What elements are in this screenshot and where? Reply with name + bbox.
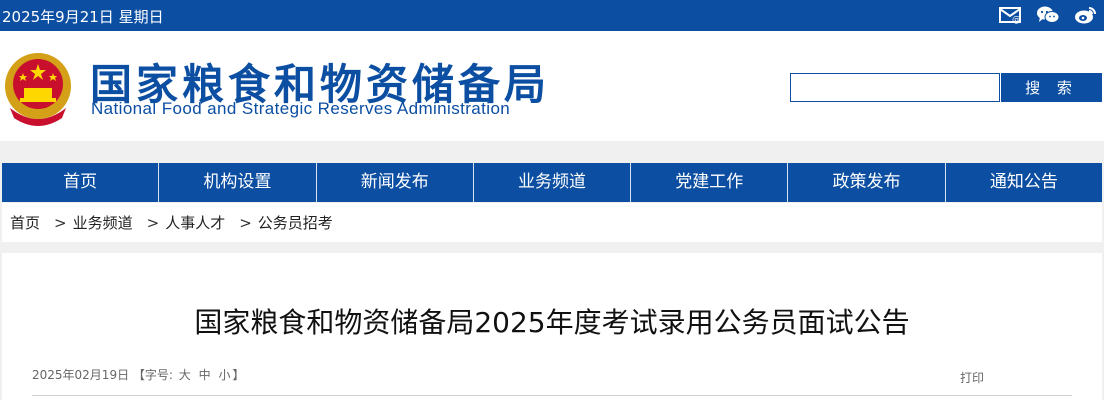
nav-item-organization[interactable]: 机构设置 [159,163,317,202]
current-date: 2025年9月21日 星期日 [2,8,164,26]
main-nav: 首页 机构设置 新闻发布 业务频道 党建工作 政策发布 通知公告 [2,163,1102,202]
breadcrumb-hr[interactable]: 人事人才 [165,212,225,233]
nav-item-party[interactable]: 党建工作 [631,163,789,202]
national-emblem[interactable] [2,48,74,128]
breadcrumb-civil-exam[interactable]: 公务员招考 [258,212,333,233]
svg-text:@: @ [1012,15,1021,24]
article-date: 2025年02月19日 [32,368,130,382]
breadcrumb-separator: > [54,213,67,232]
article-title: 国家粮食和物资储备局2025年度考试录用公务员面试公告 [194,306,910,339]
font-size-close: 】 [232,368,245,382]
search-button[interactable]: 搜 索 [1001,73,1102,102]
search-input[interactable] [790,73,1000,102]
site-header: 国家粮食和物资储备局 National Food and Strategic R… [0,31,1104,141]
site-subtitle: National Food and Strategic Reserves Adm… [91,99,511,118]
article-container: 国家粮食和物资储备局2025年度考试录用公务员面试公告 2025年02月19日 … [2,253,1102,400]
article-meta: 2025年02月19日 【字号: 大 中 小】 [32,366,245,383]
mail-icon[interactable]: @ [998,4,1022,26]
print-link[interactable]: 打印 [960,369,984,386]
font-size-open: 【字号: [132,368,173,382]
breadcrumb-business[interactable]: 业务频道 [73,212,133,233]
divider [32,395,1072,396]
nav-item-notices[interactable]: 通知公告 [946,163,1102,202]
font-size-small[interactable]: 小 [216,368,232,382]
breadcrumb-home[interactable]: 首页 [2,212,40,233]
nav-item-home[interactable]: 首页 [2,163,160,202]
font-size-large[interactable]: 大 [177,368,193,382]
weibo-icon[interactable] [1074,4,1098,26]
nav-item-news[interactable]: 新闻发布 [317,163,474,202]
breadcrumb-separator: > [146,213,160,232]
nav-item-policy[interactable]: 政策发布 [788,163,946,202]
wechat-icon[interactable] [1036,4,1060,26]
nav-item-business[interactable]: 业务频道 [474,163,632,202]
font-size-medium[interactable]: 中 [197,368,213,382]
social-icons: @ [998,4,1098,26]
breadcrumb-separator: > [239,213,252,232]
top-bar: 2025年9月21日 星期日 @ [0,0,1104,31]
breadcrumb: 首页 > 业务频道 > 人事人才 > 公务员招考 [2,203,1102,242]
